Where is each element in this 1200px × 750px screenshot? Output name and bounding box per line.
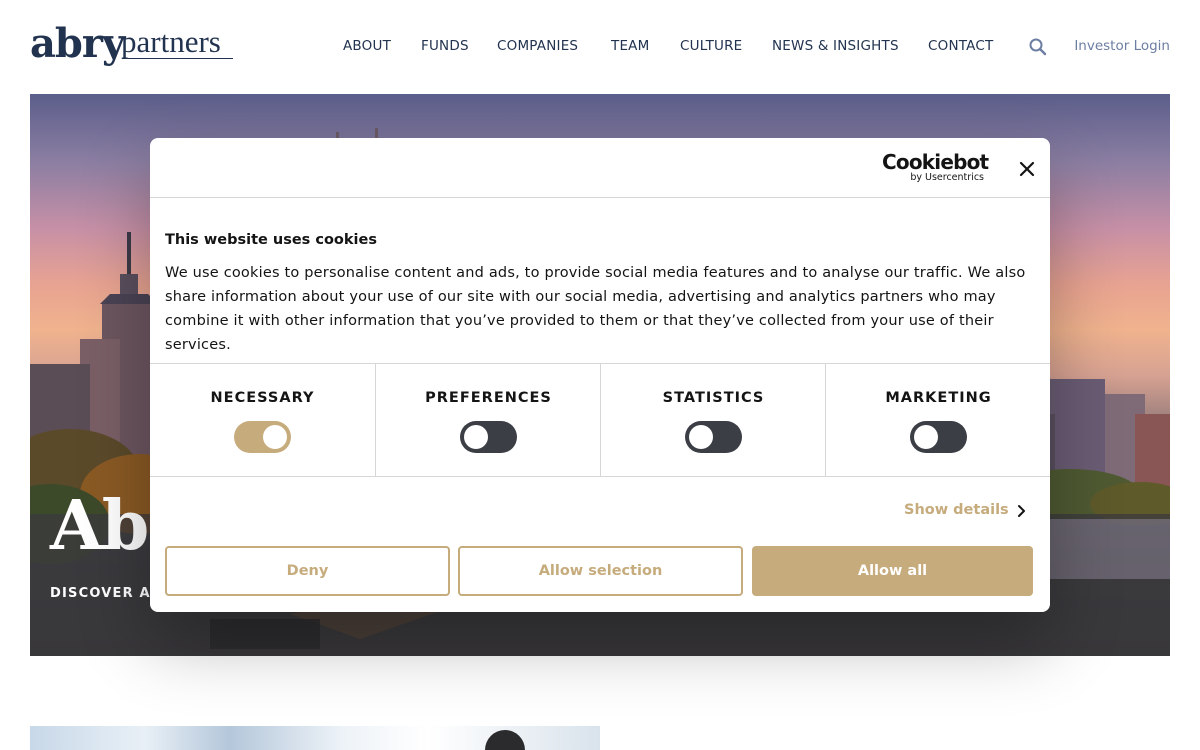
allow-selection-button[interactable]: Allow selection xyxy=(458,546,743,596)
show-details-label: Show details xyxy=(904,502,1009,518)
cookiebot-wordmark: Cookiebot xyxy=(882,150,989,174)
toggle-knob xyxy=(914,425,938,449)
marketing-toggle[interactable] xyxy=(910,421,967,453)
dialog-title: This website uses cookies xyxy=(165,232,377,248)
toggle-knob xyxy=(464,425,488,449)
category-label: NECESSARY xyxy=(210,390,315,406)
preferences-toggle[interactable] xyxy=(460,421,517,453)
category-necessary: NECESSARY xyxy=(150,364,375,476)
toggle-knob xyxy=(263,425,287,449)
cookiebot-byline: by Usercentrics xyxy=(910,172,984,183)
nav-team[interactable]: TEAM xyxy=(611,38,649,54)
category-preferences: PREFERENCES xyxy=(375,364,600,476)
statistics-toggle[interactable] xyxy=(685,421,742,453)
dialog-header: Cookiebot by Usercentrics xyxy=(150,138,1050,198)
hero-subtitle-link[interactable]: DISCOVER AB xyxy=(50,586,162,601)
nav-funds[interactable]: FUNDS xyxy=(421,38,469,54)
consent-categories: NECESSARY PREFERENCES STATISTICS MARKETI… xyxy=(150,363,1050,477)
toggle-knob xyxy=(689,425,713,449)
person-silhouette xyxy=(485,730,525,750)
cookiebot-logo[interactable]: Cookiebot by Usercentrics xyxy=(882,150,989,184)
logo-underline xyxy=(122,58,233,59)
logo-brand: abry xyxy=(30,20,125,67)
dialog-description: We use cookies to personalise content an… xyxy=(165,265,1026,353)
necessary-toggle[interactable] xyxy=(234,421,291,453)
category-marketing: MARKETING xyxy=(825,364,1050,476)
nav-companies[interactable]: COMPANIES xyxy=(497,38,578,54)
nav-culture[interactable]: CULTURE xyxy=(680,38,742,54)
category-label: MARKETING xyxy=(885,390,992,406)
chevron-right-icon xyxy=(1015,504,1029,518)
site-header: abry partners ABOUT FUNDS COMPANIES TEAM… xyxy=(0,0,1200,94)
nav-news-insights[interactable]: NEWS & INSIGHTS xyxy=(772,38,899,54)
logo-suffix: partners xyxy=(121,24,221,59)
search-icon[interactable] xyxy=(1027,36,1049,58)
allow-all-button[interactable]: Allow all xyxy=(752,546,1033,596)
category-label: STATISTICS xyxy=(662,390,765,406)
abry-partners-logo[interactable]: abry partners xyxy=(30,20,240,72)
show-details-link[interactable]: Show details xyxy=(904,501,1025,521)
investor-login-link[interactable]: Investor Login xyxy=(1074,38,1170,54)
nav-contact[interactable]: CONTACT xyxy=(928,38,993,54)
team-photo xyxy=(30,726,600,750)
nav-about[interactable]: ABOUT xyxy=(343,38,391,54)
category-label: PREFERENCES xyxy=(425,390,552,406)
category-statistics: STATISTICS xyxy=(600,364,825,476)
deny-button[interactable]: Deny xyxy=(165,546,450,596)
close-icon[interactable] xyxy=(1016,158,1038,180)
hero-title: Ab xyxy=(50,486,149,566)
cookie-consent-dialog: Cookiebot by Usercentrics This website u… xyxy=(150,138,1050,612)
